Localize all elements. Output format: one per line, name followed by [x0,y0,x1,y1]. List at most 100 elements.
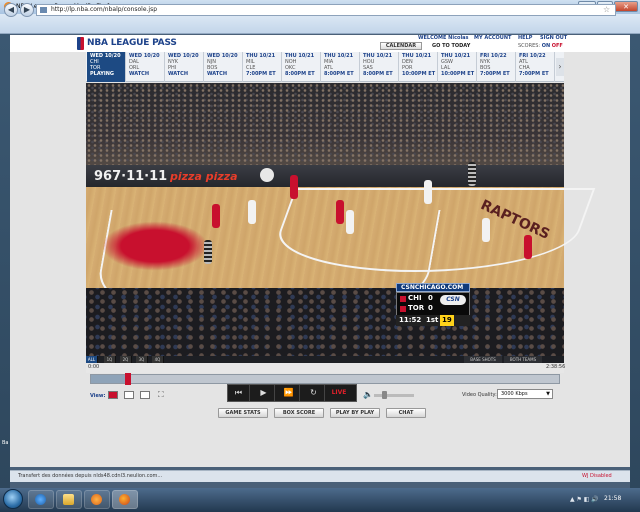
address-bar[interactable]: http://lp.nba.com/nbalp/console.jsp [36,4,616,16]
scores-label: SCORES: [518,43,541,49]
bookmark-star-icon[interactable]: ☆ [603,4,610,16]
schedule-game[interactable]: WED 10/20 CHI TOR PLAYING [87,52,126,82]
replay-icon[interactable]: ↻ [303,385,325,401]
folder-icon [63,494,74,505]
schedule-game[interactable]: THU 10/21 MIL CLE 7:00PM ET [243,52,282,82]
chat-button[interactable]: CHAT [386,408,426,418]
media-player-icon [91,494,102,505]
schedule-game-status: 10:00PM ET [441,71,475,77]
timeline-end: 2:38:56 [546,364,566,370]
live-button[interactable]: LIVE [328,385,350,401]
view-split-icon[interactable] [124,391,134,399]
ad-board-phone: 967·11·11 [94,169,168,184]
navigation-toolbar [0,14,640,34]
video-quality-label: Video Quality: [462,392,497,398]
close-icon[interactable]: ✕ [614,1,638,12]
forward-icon[interactable]: ▶ [20,3,34,17]
schedule-game-status: 8:00PM ET [324,71,354,77]
video-quality-select[interactable]: 3000 Kbps ▼ [497,389,553,399]
schedule-game-status: WATCH [168,71,189,77]
box-score-button[interactable]: BOX SCORE [274,408,324,418]
view-tab-1q[interactable]: 1Q [104,356,116,363]
video-courtside-crowd [86,288,564,356]
schedule-game[interactable]: FRI 10/22 NYK BOS 7:00PM ET [477,52,516,82]
game-period: 1st [426,316,439,324]
nba-logo-icon[interactable] [77,37,84,50]
timeline-scrubber[interactable] [125,373,131,385]
play-icon[interactable]: ▶ [253,385,275,401]
view-label: View: [90,393,106,399]
view-tab-all[interactable]: ALL [86,356,98,363]
schedule-game[interactable]: WED 10/20 NJN BOS WATCH [204,52,243,82]
back-icon[interactable]: ◀ [4,3,18,17]
schedule-game[interactable]: THU 10/21 HOU SAS 8:00PM ET [360,52,399,82]
schedule-game-status: PLAYING [90,71,115,77]
schedule-game[interactable]: FRI 10/22 ATL CHA 7:00PM ET [516,52,555,82]
scorebug-score1: 0 [428,294,433,302]
brand-title[interactable]: NBA LEAGUE PASS [87,38,177,48]
scorebug-network: CSNCHICAGO.COM [396,283,470,292]
schedule-game-status: 10:00PM ET [402,71,436,77]
ie-icon [35,494,46,505]
game-clock: 11:52 [399,316,422,324]
view-tab-2q[interactable]: 2Q [120,356,132,363]
schedule-game-status: 7:00PM ET [519,71,549,77]
play-by-play-button[interactable]: PLAY BY PLAY [330,408,380,418]
calendar-button[interactable]: CALENDAR [380,42,422,50]
schedule-game[interactable]: THU 10/21 GSW LAL 10:00PM ET [438,52,477,82]
system-tray[interactable]: ▲ ⚑ ◧ 🔊 [570,496,599,503]
view-single-icon[interactable] [108,391,118,399]
team2-color-swatch [400,306,406,312]
player [524,235,532,259]
schedule-game[interactable]: WED 10/20 NYK PHI WATCH [165,52,204,82]
schedule-game-status: WATCH [129,71,150,77]
csn-logo: CSN [440,295,466,305]
fast-forward-icon[interactable]: ⏩ [278,385,300,401]
fullscreen-icon[interactable]: ⛶ [158,390,164,400]
both-teams-link[interactable]: BOTH TEAMS [504,356,542,363]
go-to-today-button[interactable]: GO TO TODAY [432,43,470,49]
timeline-progress [91,375,129,383]
my-account-link[interactable]: MY ACCOUNT [474,35,511,41]
view-multi-icon[interactable] [140,391,150,399]
volume-knob[interactable] [382,391,387,399]
scores-toggle[interactable]: SCORES: ON OFF [518,43,563,49]
video-crowd [86,83,564,165]
scorebug-clock-row: 11:52 1st 19 [396,315,470,326]
timeline-start: 0:00 [88,364,100,370]
video-quality-value: 3000 Kbps [501,391,528,397]
scorebug-team2: TOR [408,304,425,312]
schedule-game[interactable]: WED 10/20 DAL ORL WATCH [126,52,165,82]
skip-back-icon[interactable]: ⏮ [228,385,250,401]
welcome-link[interactable]: WELCOME Nicolas [418,35,469,41]
start-button[interactable] [3,489,23,509]
player [212,204,220,228]
sign-out-link[interactable]: SIGN OUT [540,35,567,41]
base-shots-link[interactable]: BASE SHOTS [464,356,502,363]
schedule-game[interactable]: THU 10/21 DEN POR 10:00PM ET [399,52,438,82]
schedule-game[interactable]: THU 10/21 MIA ATL 8:00PM ET [321,52,360,82]
ad-board-pizza: pizza pizza [170,170,238,183]
player [346,210,354,234]
schedule-next-arrow-icon[interactable]: › [556,58,564,76]
taskbar-clock[interactable]: 21:58 [604,495,621,502]
schedule-game-status: 8:00PM ET [285,71,315,77]
player [482,218,490,242]
volume-slider[interactable] [374,394,414,397]
view-tab-4q[interactable]: 4Q [152,356,164,363]
schedule-game[interactable]: THU 10/21 NOH OKC 8:00PM ET [282,52,321,82]
help-link[interactable]: HELP [518,35,532,41]
ad-board-logo [260,168,274,182]
timeline-header [86,363,564,373]
game-stats-button[interactable]: GAME STATS [218,408,268,418]
volume-icon[interactable]: 🔈 [363,390,373,400]
schedule-game-status: WATCH [207,71,228,77]
player [290,175,298,199]
scores-on-option[interactable]: ON [542,43,550,49]
scores-off-option[interactable]: OFF [552,43,563,49]
status-bar: Transfert des données depuis nlds48.cdnl… [10,470,630,482]
view-tab-3q[interactable]: 3Q [136,356,148,363]
timeline-track[interactable] [90,374,560,384]
schedule-game-status: 7:00PM ET [480,71,510,77]
site-identity-icon[interactable] [40,7,47,13]
